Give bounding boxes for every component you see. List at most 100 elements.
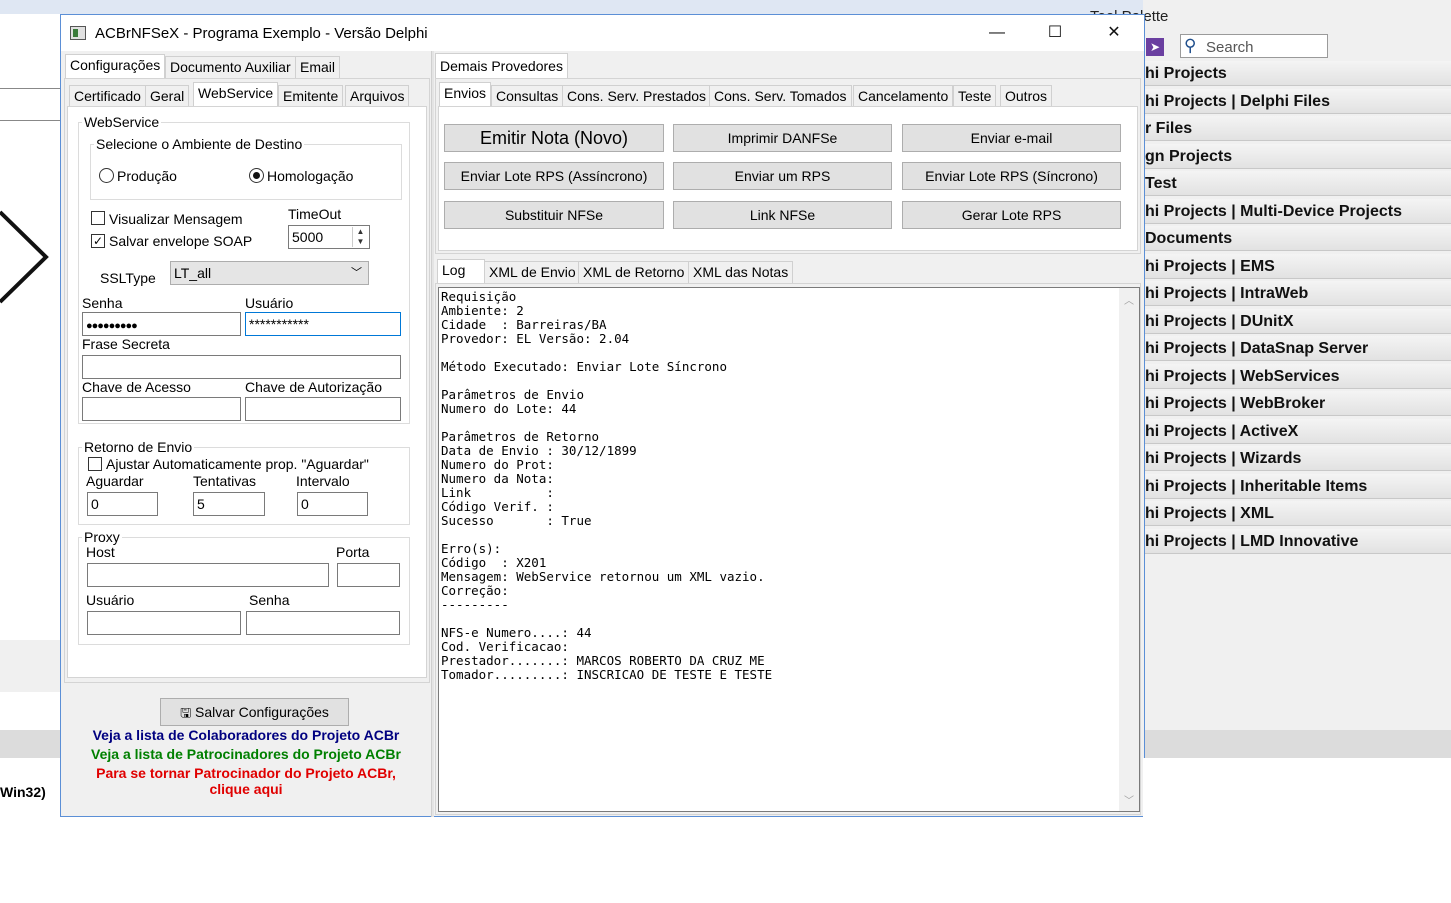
palette-category-item[interactable]: hi Projects | Multi-Device Projects xyxy=(1143,198,1451,224)
tab-envios[interactable]: Envios xyxy=(439,82,492,106)
palette-category-item[interactable]: hi Projects | XML xyxy=(1143,501,1451,526)
palette-category-item[interactable]: Test xyxy=(1143,171,1451,196)
palette-category-item[interactable]: hi Projects | IntraWeb xyxy=(1143,281,1451,306)
enviar-lote-assincrono-button[interactable]: Enviar Lote RPS (Assíncrono) xyxy=(444,162,664,190)
tab-teste[interactable]: Teste xyxy=(953,85,997,107)
chave-autorizacao-input[interactable] xyxy=(245,397,401,421)
proxy-host-label: Host xyxy=(86,544,115,560)
log-scrollbar[interactable]: ︿ ﹀ xyxy=(1119,288,1139,811)
link-colaboradores[interactable]: Veja a lista de Colaboradores do Projeto… xyxy=(66,727,426,743)
palette-category-item[interactable]: hi Projects | Wizards xyxy=(1143,446,1451,471)
palette-category-item[interactable]: Documents xyxy=(1143,226,1451,251)
maximize-button[interactable]: ☐ xyxy=(1026,15,1084,51)
palette-category-item[interactable]: hi Projects | DUnitX xyxy=(1143,308,1451,334)
proxy-host-input[interactable] xyxy=(87,563,329,587)
link-tornar-patrocinador[interactable]: Para se tornar Patrocinador do Projeto A… xyxy=(66,765,426,781)
tab-cons-serv-tomados[interactable]: Cons. Serv. Tomados xyxy=(709,85,852,107)
ssltype-value: LT_all xyxy=(174,265,212,281)
minimize-button[interactable]: — xyxy=(968,15,1026,51)
app-icon xyxy=(70,26,86,40)
timeout-input[interactable]: 5000 ▲ ▼ xyxy=(288,225,370,249)
palette-category-item[interactable]: hi Projects | DataSnap Server xyxy=(1143,336,1451,361)
tab-arquivos[interactable]: Arquivos xyxy=(345,85,410,107)
main-window: ACBrNFSeX - Programa Exemplo - Versão De… xyxy=(60,14,1145,817)
palette-category-item[interactable]: gn Projects xyxy=(1143,143,1451,169)
aguardar-input[interactable]: 0 xyxy=(87,492,158,516)
usuario-label: Usuário xyxy=(245,295,294,311)
salvar-configuracoes-label: Salvar Configurações xyxy=(195,704,329,720)
intervalo-input[interactable]: 0 xyxy=(297,492,368,516)
link-clique-aqui[interactable]: clique aqui xyxy=(66,781,426,797)
ssltype-label: SSLType xyxy=(100,270,156,286)
tab-consultas[interactable]: Consultas xyxy=(491,85,564,107)
proxy-senha-input[interactable] xyxy=(246,611,400,635)
tab-xml-notas[interactable]: XML das Notas xyxy=(688,261,794,283)
frase-secreta-input[interactable] xyxy=(82,355,401,379)
gerar-lote-rps-button[interactable]: Gerar Lote RPS xyxy=(902,201,1121,229)
tab-certificado[interactable]: Certificado xyxy=(69,85,146,107)
ajustar-label: Ajustar Automaticamente prop. "Aguardar" xyxy=(106,456,369,472)
scroll-down-icon[interactable]: ﹀ xyxy=(1124,792,1134,807)
substituir-nfse-button[interactable]: Substituir NFSe xyxy=(444,201,664,229)
tab-email[interactable]: Email xyxy=(295,56,341,78)
link-patrocinadores[interactable]: Veja a lista de Patrocinadores do Projet… xyxy=(66,746,426,762)
tab-documento-auxiliar[interactable]: Documento Auxiliar xyxy=(165,56,296,78)
ide-divider xyxy=(0,88,62,89)
chave-acesso-input[interactable] xyxy=(82,397,241,421)
enviar-email-button[interactable]: Enviar e-mail xyxy=(902,124,1121,152)
salvar-configuracoes-button[interactable]: 🖫 Salvar Configurações xyxy=(160,698,349,726)
tab-geral[interactable]: Geral xyxy=(145,85,190,107)
radio-homologacao[interactable] xyxy=(249,168,264,183)
palette-search-input[interactable] xyxy=(1180,34,1328,58)
palette-category-item[interactable]: hi Projects | LMD Innovative xyxy=(1143,528,1451,554)
tab-emitente[interactable]: Emitente xyxy=(278,85,344,107)
checkbox-visualizar-mensagem[interactable] xyxy=(91,211,105,225)
palette-category-item[interactable]: hi Projects | WebBroker xyxy=(1143,391,1451,416)
proxy-senha-label: Senha xyxy=(249,592,290,608)
radio-producao[interactable] xyxy=(99,168,114,183)
imprimir-danfse-button[interactable]: Imprimir DANFSe xyxy=(673,124,892,152)
log-memo[interactable]: Requisição Ambiente: 2 Cidade : Barreira… xyxy=(438,287,1140,812)
close-button[interactable]: ✕ xyxy=(1085,15,1143,51)
title-bar: ACBrNFSeX - Programa Exemplo - Versão De… xyxy=(61,15,1144,51)
tentativas-label: Tentativas xyxy=(193,473,257,489)
enviar-lote-sincrono-button[interactable]: Enviar Lote RPS (Síncrono) xyxy=(902,162,1121,190)
tab-log[interactable]: Log xyxy=(437,259,485,283)
proxy-porta-input[interactable] xyxy=(337,563,400,587)
scroll-up-icon[interactable]: ︿ xyxy=(1124,292,1134,307)
emitir-nota-button[interactable]: Emitir Nota (Novo) xyxy=(444,124,664,152)
palette-search-placeholder: Search xyxy=(1206,39,1254,56)
splitter[interactable] xyxy=(431,51,434,817)
ssltype-select[interactable]: LT_all ﹀ xyxy=(170,261,369,285)
usuario-input[interactable]: *********** xyxy=(245,312,401,336)
timeout-spinner[interactable]: ▲ ▼ xyxy=(352,227,368,247)
palette-category-item[interactable]: r Files xyxy=(1143,116,1451,141)
tentativas-input[interactable]: 5 xyxy=(193,492,265,516)
palette-category-item[interactable]: hi Projects xyxy=(1143,61,1451,86)
tab-outros[interactable]: Outros xyxy=(1000,85,1053,107)
palette-category-item[interactable]: hi Projects | ActiveX xyxy=(1143,418,1451,444)
palette-category-item[interactable]: hi Projects | Inheritable Items xyxy=(1143,473,1451,499)
webservice-panel: WebService Selecione o Ambiente de Desti… xyxy=(67,106,427,678)
enviar-um-rps-button[interactable]: Enviar um RPS xyxy=(673,162,892,190)
palette-category-item[interactable]: hi Projects | Delphi Files xyxy=(1143,88,1451,114)
senha-input[interactable]: ●●●●●●●●● xyxy=(82,312,241,336)
intervalo-value: 0 xyxy=(301,496,309,512)
palette-category-item[interactable]: hi Projects | EMS xyxy=(1143,253,1451,279)
palette-cursor-icon[interactable]: ➤ xyxy=(1146,38,1164,56)
proxy-usuario-input[interactable] xyxy=(87,611,241,635)
tab-configuracoes[interactable]: Configurações xyxy=(65,54,166,78)
palette-category-item[interactable]: hi Projects | WebServices xyxy=(1143,363,1451,389)
tab-cons-serv-prestados[interactable]: Cons. Serv. Prestados xyxy=(562,85,712,107)
tab-cancelamento[interactable]: Cancelamento xyxy=(853,85,954,107)
proxy-group-label: Proxy xyxy=(82,529,122,545)
link-nfse-button[interactable]: Link NFSe xyxy=(673,201,892,229)
checkbox-salvar-envelope[interactable]: ✓ xyxy=(91,234,105,248)
tab-xml-envio[interactable]: XML de Envio xyxy=(484,261,581,283)
tab-demais-provedores[interactable]: Demais Provedores xyxy=(435,53,568,79)
timeout-label: TimeOut xyxy=(288,206,342,222)
ide-target-label: Win32) xyxy=(0,784,46,800)
tab-webservice[interactable]: WebService xyxy=(193,82,279,106)
tab-xml-retorno[interactable]: XML de Retorno xyxy=(578,261,690,283)
checkbox-ajustar[interactable] xyxy=(88,457,102,471)
